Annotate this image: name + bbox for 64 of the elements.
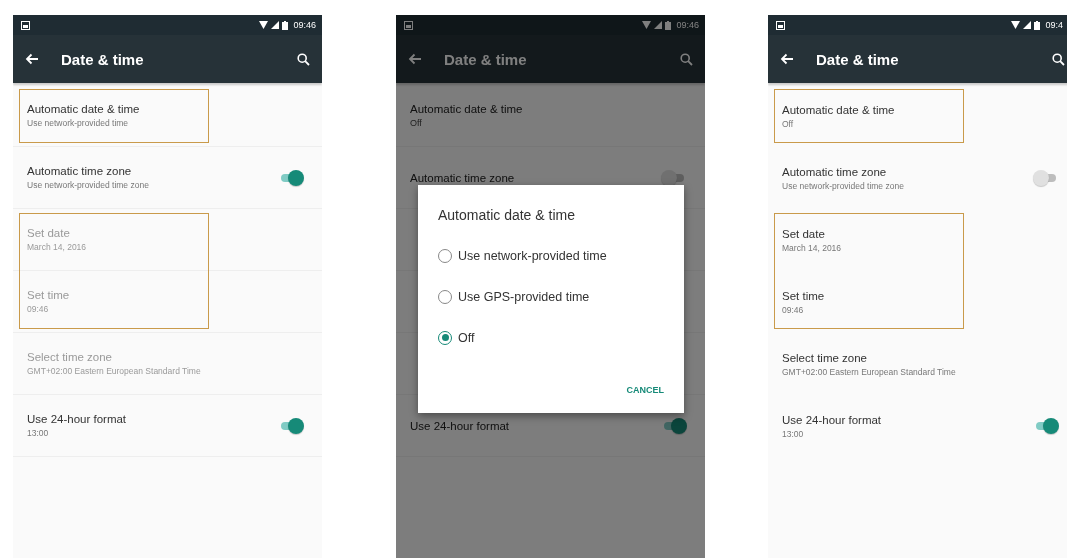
radio-option[interactable]: Use GPS-provided time — [438, 276, 666, 317]
battery-icon — [282, 20, 289, 30]
setting-title: Use 24-hour format — [410, 419, 510, 432]
image-notification-icon — [21, 20, 30, 30]
wifi-icon — [642, 21, 652, 29]
setting-title: Automatic time zone — [782, 165, 888, 178]
setting-summary: GMT+02:00 Eastern European Standard Time — [27, 366, 201, 376]
setting-title: Set date — [27, 227, 71, 239]
settings-row[interactable]: Use 24-hour format 13:00 — [13, 395, 322, 457]
status-time: 09:46 — [676, 20, 699, 30]
setting-title: Set time — [27, 289, 70, 301]
setting-title: Use 24-hour format — [27, 413, 127, 425]
wifi-icon — [259, 21, 269, 29]
setting-title: Automatic time zone — [410, 171, 515, 184]
signal-icon — [271, 21, 280, 29]
settings-row[interactable]: Select time zone GMT+02:00 Eastern European Standard Time — [768, 333, 1067, 395]
setting-title: Automatic time zone — [27, 165, 133, 177]
settings-row[interactable]: Automatic time zone Use network-provided time zone — [768, 147, 1067, 209]
setting-summary: March 14, 2016 — [782, 242, 842, 253]
screen-title: Date & time — [61, 50, 145, 68]
screen-title: Date & time — [816, 50, 900, 68]
battery-icon — [665, 20, 672, 30]
setting-title: Automatic date & time — [782, 103, 895, 116]
setting-summary: 09:46 — [782, 304, 805, 315]
setting-title: Select time zone — [782, 351, 868, 364]
setting-title: Set time — [782, 289, 825, 302]
status-time: 09:46 — [293, 20, 316, 30]
setting-summary: Off — [782, 118, 795, 129]
wifi-icon — [1011, 21, 1021, 29]
setting-summary: GMT+02:00 Eastern European Standard Time — [782, 366, 956, 377]
setting-summary: 13:00 — [782, 428, 805, 439]
settings-row[interactable]: Use 24-hour format 13:00 — [768, 395, 1067, 457]
search-icon[interactable] — [1052, 52, 1065, 66]
settings-row[interactable]: Automatic date & time Use network-provided time — [13, 85, 322, 147]
radio-option[interactable]: Use network-provided time — [438, 235, 666, 276]
search-icon[interactable] — [297, 52, 310, 66]
back-arrow-icon[interactable] — [25, 53, 39, 65]
setting-summary: Use network-provided time — [27, 118, 130, 128]
status-time: 09:4 — [1045, 20, 1063, 30]
image-notification-icon — [404, 20, 413, 30]
radio-option[interactable]: Off — [438, 317, 666, 358]
screen-title: Date & time — [444, 50, 528, 68]
setting-summary: 09:46 — [27, 304, 50, 314]
signal-icon — [654, 21, 663, 29]
back-arrow-icon[interactable] — [780, 53, 794, 65]
setting-summary: 13:00 — [27, 428, 50, 438]
settings-row[interactable]: Automatic date & time Off — [396, 85, 705, 147]
signal-icon — [1023, 21, 1032, 29]
image-notification-icon — [776, 20, 785, 30]
dialog-title: Automatic date & time — [438, 207, 576, 223]
setting-title: Use 24-hour format — [782, 413, 882, 426]
setting-title: Automatic date & time — [410, 103, 523, 115]
setting-summary: Off — [410, 118, 423, 128]
setting-title: Automatic date & time — [27, 103, 140, 115]
settings-row[interactable]: Set time 09:46 — [768, 271, 1067, 333]
settings-row[interactable]: Automatic date & time Off — [768, 85, 1067, 147]
setting-title: Select time zone — [27, 351, 113, 363]
setting-summary: March 14, 2016 — [27, 242, 87, 252]
setting-summary: Use network-provided time zone — [782, 180, 904, 191]
setting-summary: Use network-provided time zone — [27, 180, 149, 190]
setting-title: Set date — [782, 227, 826, 240]
settings-row[interactable]: Automatic time zone Use network-provided time zone — [13, 147, 322, 209]
battery-icon — [1034, 20, 1041, 30]
settings-row[interactable]: Set date March 14, 2016 — [768, 209, 1067, 271]
